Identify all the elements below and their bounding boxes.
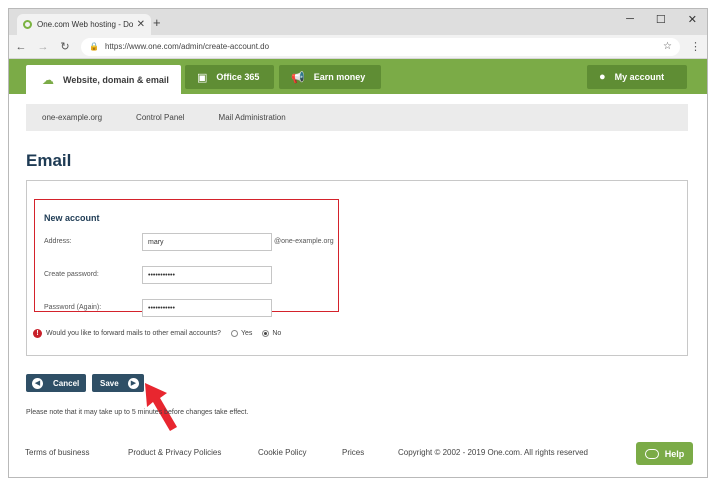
radio-no[interactable] <box>262 330 270 337</box>
reload-icon[interactable]: ↻ <box>59 40 71 53</box>
password-input[interactable]: ••••••••••• <box>142 266 272 284</box>
arrow-right-icon: ▶ <box>128 377 139 389</box>
help-button[interactable]: Help <box>636 442 693 465</box>
password-again-input[interactable]: ••••••••••• <box>142 299 272 317</box>
tab-title: One.com Web hosting - Domai <box>37 20 133 29</box>
minimize-icon[interactable]: ─ <box>626 13 634 26</box>
save-label: Save <box>100 378 119 388</box>
no-label: No <box>272 330 282 337</box>
new-account-panel: New account Address: mary @one-example.o… <box>26 180 688 356</box>
breadcrumb-mail-admin[interactable]: Mail Administration <box>219 113 286 122</box>
browser-toolbar: ← → ↻ 🔒 https://www.one.com/admin/create… <box>9 35 707 59</box>
save-button[interactable]: Save ▶ <box>92 374 144 392</box>
tab-earn-money[interactable]: 📢 Earn money <box>279 65 381 89</box>
url-text: https://www.one.com/admin/create-account… <box>104 42 270 51</box>
footer-terms-link[interactable]: Terms of business <box>25 448 89 457</box>
favicon-icon <box>23 20 32 29</box>
address-label: Address: <box>44 238 72 245</box>
window-controls: ─ ☐ ✕ <box>626 13 697 26</box>
cloud-icon: ☁ <box>42 72 54 87</box>
tab-website-domain-email[interactable]: ☁ Website, domain & email <box>26 65 181 94</box>
footer-privacy-link[interactable]: Product & Privacy Policies <box>128 448 221 457</box>
tab-label: Earn money <box>313 72 366 82</box>
tab-office-365[interactable]: ▣ Office 365 <box>185 65 274 89</box>
close-tab-icon[interactable]: ✕ <box>137 19 145 30</box>
back-icon[interactable]: ← <box>15 41 27 53</box>
arrow-left-icon: ◀ <box>32 377 43 389</box>
breadcrumb-control-panel[interactable]: Control Panel <box>136 113 184 122</box>
password-again-label: Password (Again): <box>44 304 102 311</box>
footer-prices-link[interactable]: Prices <box>342 448 364 457</box>
bookmark-star-icon[interactable]: ☆ <box>663 41 672 52</box>
close-window-icon[interactable]: ✕ <box>688 13 697 26</box>
menu-kebab-icon[interactable]: ⋮ <box>690 40 701 53</box>
maximize-icon[interactable]: ☐ <box>656 13 666 26</box>
yes-label: Yes <box>240 330 253 337</box>
forward-icon[interactable]: → <box>37 41 49 53</box>
processing-note: Please note that it may take up to 5 min… <box>26 409 249 416</box>
breadcrumb-domain[interactable]: one-example.org <box>42 113 102 122</box>
account-label: My account <box>614 72 665 82</box>
page-title: Email <box>26 151 72 170</box>
lock-icon: 🔒 <box>89 42 99 51</box>
site-header: ☁ Website, domain & email ▣ Office 365 📢… <box>9 59 707 94</box>
megaphone-icon: 📢 <box>291 71 305 84</box>
radio-yes[interactable] <box>230 330 238 337</box>
tab-label: Office 365 <box>216 72 260 82</box>
cancel-label: Cancel <box>53 378 80 388</box>
new-tab-button[interactable]: + <box>153 15 161 30</box>
office-icon: ▣ <box>197 71 208 84</box>
footer-cookie-link[interactable]: Cookie Policy <box>258 448 306 457</box>
my-account-button[interactable]: ● My account <box>587 65 687 89</box>
address-bar[interactable]: 🔒 https://www.one.com/admin/create-accou… <box>81 37 680 56</box>
tab-label: Website, domain & email <box>63 74 169 85</box>
forward-question-row: ! Would you like to forward mails to oth… <box>33 329 281 338</box>
breadcrumb: one-example.org Control Panel Mail Admin… <box>26 104 688 131</box>
red-pointer-arrow-icon <box>145 383 177 431</box>
browser-tab[interactable]: One.com Web hosting - Domai ✕ <box>17 14 151 35</box>
user-icon: ● <box>599 71 606 83</box>
address-input[interactable]: mary <box>142 233 272 251</box>
footer-copyright: Copyright © 2002 - 2019 One.com. All rig… <box>398 447 588 457</box>
chat-bubble-icon <box>644 448 659 459</box>
tab-strip: One.com Web hosting - Domai ✕ + ─ ☐ ✕ <box>9 9 707 35</box>
help-label: Help <box>664 448 685 459</box>
warning-icon: ! <box>33 329 42 338</box>
browser-window: One.com Web hosting - Domai ✕ + ─ ☐ ✕ ← … <box>8 8 708 478</box>
forward-question: Would you like to forward mails to other… <box>46 330 221 337</box>
create-password-label: Create password: <box>44 271 99 278</box>
section-title: New account <box>44 213 100 223</box>
domain-suffix: @one-example.org <box>274 238 334 245</box>
cancel-button[interactable]: ◀ Cancel <box>26 374 86 392</box>
